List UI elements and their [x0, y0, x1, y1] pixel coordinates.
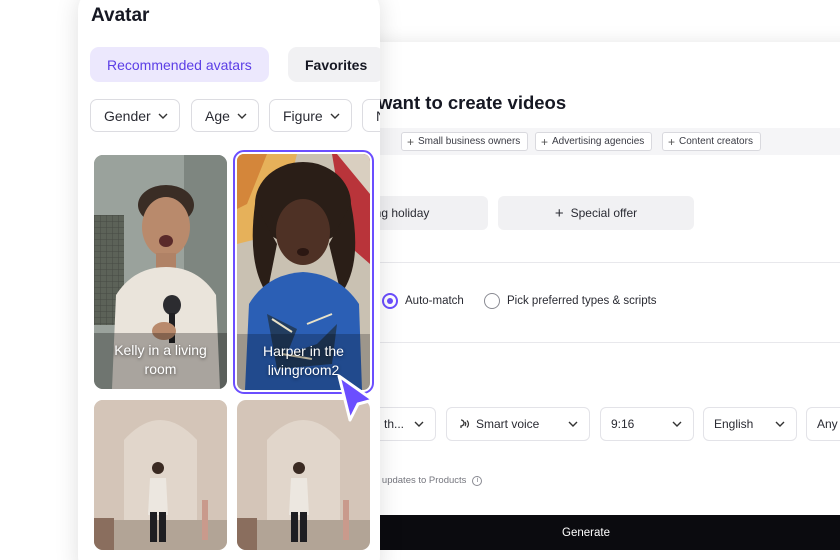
theme-button-special-offer[interactable]: + Special offer: [498, 196, 694, 230]
avatar-card-harper[interactable]: Harper in the livingroom2: [233, 150, 374, 394]
audience-chip-small-business[interactable]: + Small business owners: [401, 132, 529, 151]
filter-partial[interactable]: N: [362, 99, 380, 132]
radio-pick-preferred[interactable]: Pick preferred types & scripts: [484, 293, 657, 309]
filter-label: Age: [205, 107, 230, 124]
select-label: 9:16: [611, 417, 635, 431]
chevron-down-icon: [672, 421, 682, 427]
divider: [340, 262, 840, 263]
select-label: English: [714, 417, 754, 431]
filter-figure[interactable]: Figure: [269, 99, 352, 132]
plus-icon: +: [541, 134, 549, 149]
avatar-card-kelly[interactable]: Kelly in a living room: [94, 155, 227, 389]
generate-label: Generate: [562, 526, 610, 539]
generate-button[interactable]: Generate: [340, 515, 840, 550]
radio-unselected-icon: [484, 293, 500, 309]
chevron-down-icon: [330, 113, 340, 119]
pointer-cursor-icon: [337, 374, 375, 422]
select-voice[interactable]: Smart voice: [446, 407, 590, 441]
filter-age[interactable]: Age: [191, 99, 259, 132]
audience-chip-row: ls + Small business owners + Advertising…: [332, 128, 840, 155]
radio-label: Auto-match: [405, 295, 464, 307]
avatar-picker-panel: Avatar Recommended avatars Favorites Gen…: [78, 0, 380, 560]
select-partial-right[interactable]: Any l: [806, 407, 840, 441]
radio-selected-icon: [382, 293, 398, 309]
theme-label: Special offer: [570, 206, 638, 220]
tab-favorites[interactable]: Favorites: [288, 47, 380, 82]
voice-icon: [460, 419, 470, 428]
audience-chip-label: Advertising agencies: [552, 136, 645, 147]
panel-title: Avatar: [91, 5, 150, 26]
select-label: Any l: [817, 417, 840, 431]
audience-chip-content-creators[interactable]: + Content creators: [662, 132, 761, 151]
filter-gender[interactable]: Gender: [90, 99, 180, 132]
updates-note: o updates to Products i: [374, 475, 483, 486]
chevron-down-icon: [568, 421, 578, 427]
tab-label: Recommended avatars: [107, 56, 252, 73]
divider: [340, 342, 840, 343]
tab-label: Favorites: [305, 56, 368, 73]
audience-chip-label: Small business owners: [418, 136, 521, 147]
avatar-thumbnail: [94, 400, 227, 550]
audience-chip-advertising[interactable]: + Advertising agencies: [535, 132, 653, 151]
chevron-down-icon: [775, 421, 785, 427]
chevron-down-icon: [414, 421, 424, 427]
chevron-down-icon: [237, 113, 247, 119]
screen: want to create videos ls + Small busines…: [0, 0, 840, 560]
select-label: Smart voice: [476, 417, 540, 431]
radio-label: Pick preferred types & scripts: [507, 295, 657, 307]
avatar-card-label: Kelly in a living room: [114, 342, 207, 377]
filter-label: N: [376, 108, 380, 124]
plus-icon: +: [407, 134, 415, 149]
info-icon[interactable]: i: [472, 475, 483, 486]
filter-label: Figure: [283, 107, 323, 124]
page-title: want to create videos: [378, 92, 567, 113]
radio-auto-match[interactable]: Auto-match: [382, 293, 464, 309]
select-label: th...: [384, 417, 405, 431]
tab-recommended-avatars[interactable]: Recommended avatars: [90, 47, 269, 82]
plus-icon: +: [668, 134, 676, 149]
updates-note-text: o updates to Products: [374, 475, 467, 486]
chevron-down-icon: [158, 113, 168, 119]
select-language[interactable]: English: [703, 407, 797, 441]
audience-chip-label: Content creators: [679, 136, 753, 147]
plus-icon: +: [554, 204, 564, 222]
avatar-card[interactable]: [94, 400, 227, 550]
video-creation-panel: want to create videos ls + Small busines…: [320, 42, 840, 560]
filter-label: Gender: [104, 107, 151, 124]
select-aspect-ratio[interactable]: 9:16: [600, 407, 694, 441]
